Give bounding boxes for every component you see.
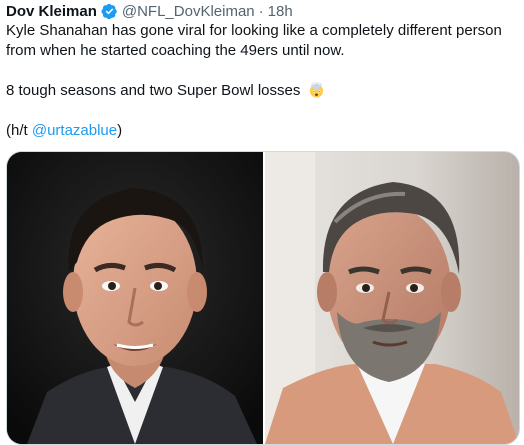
- tweet[interactable]: Dov Kleiman @NFL_DovKleiman · 18h Kyle S…: [0, 0, 524, 445]
- exploding-head-emoji-icon: [308, 81, 325, 98]
- ht-suffix: ): [117, 122, 123, 139]
- verified-badge-icon: [101, 3, 118, 20]
- tweet-text-line2-content: 8 tough seasons and two Super Bowl losse…: [6, 82, 301, 99]
- tweet-text-line3: (h/t @urtazablue): [6, 121, 518, 141]
- tweet-media[interactable]: [6, 151, 520, 445]
- author-handle[interactable]: @NFL_DovKleiman: [122, 3, 255, 20]
- tweet-text-line1: Kyle Shanahan has gone viral for looking…: [6, 22, 502, 59]
- right-photo[interactable]: [263, 152, 519, 444]
- separator-dot: ·: [258, 2, 264, 20]
- author-name[interactable]: Dov Kleiman: [6, 3, 97, 20]
- tweet-text: Kyle Shanahan has gone viral for looking…: [6, 21, 518, 141]
- tweet-header: Dov Kleiman @NFL_DovKleiman · 18h: [6, 0, 293, 22]
- tweet-timestamp[interactable]: 18h: [268, 3, 293, 20]
- ht-prefix: (h/t: [6, 122, 32, 139]
- left-photo[interactable]: [7, 152, 263, 444]
- mention-link[interactable]: @urtazablue: [32, 122, 117, 139]
- tweet-text-line2: 8 tough seasons and two Super Bowl losse…: [6, 81, 518, 101]
